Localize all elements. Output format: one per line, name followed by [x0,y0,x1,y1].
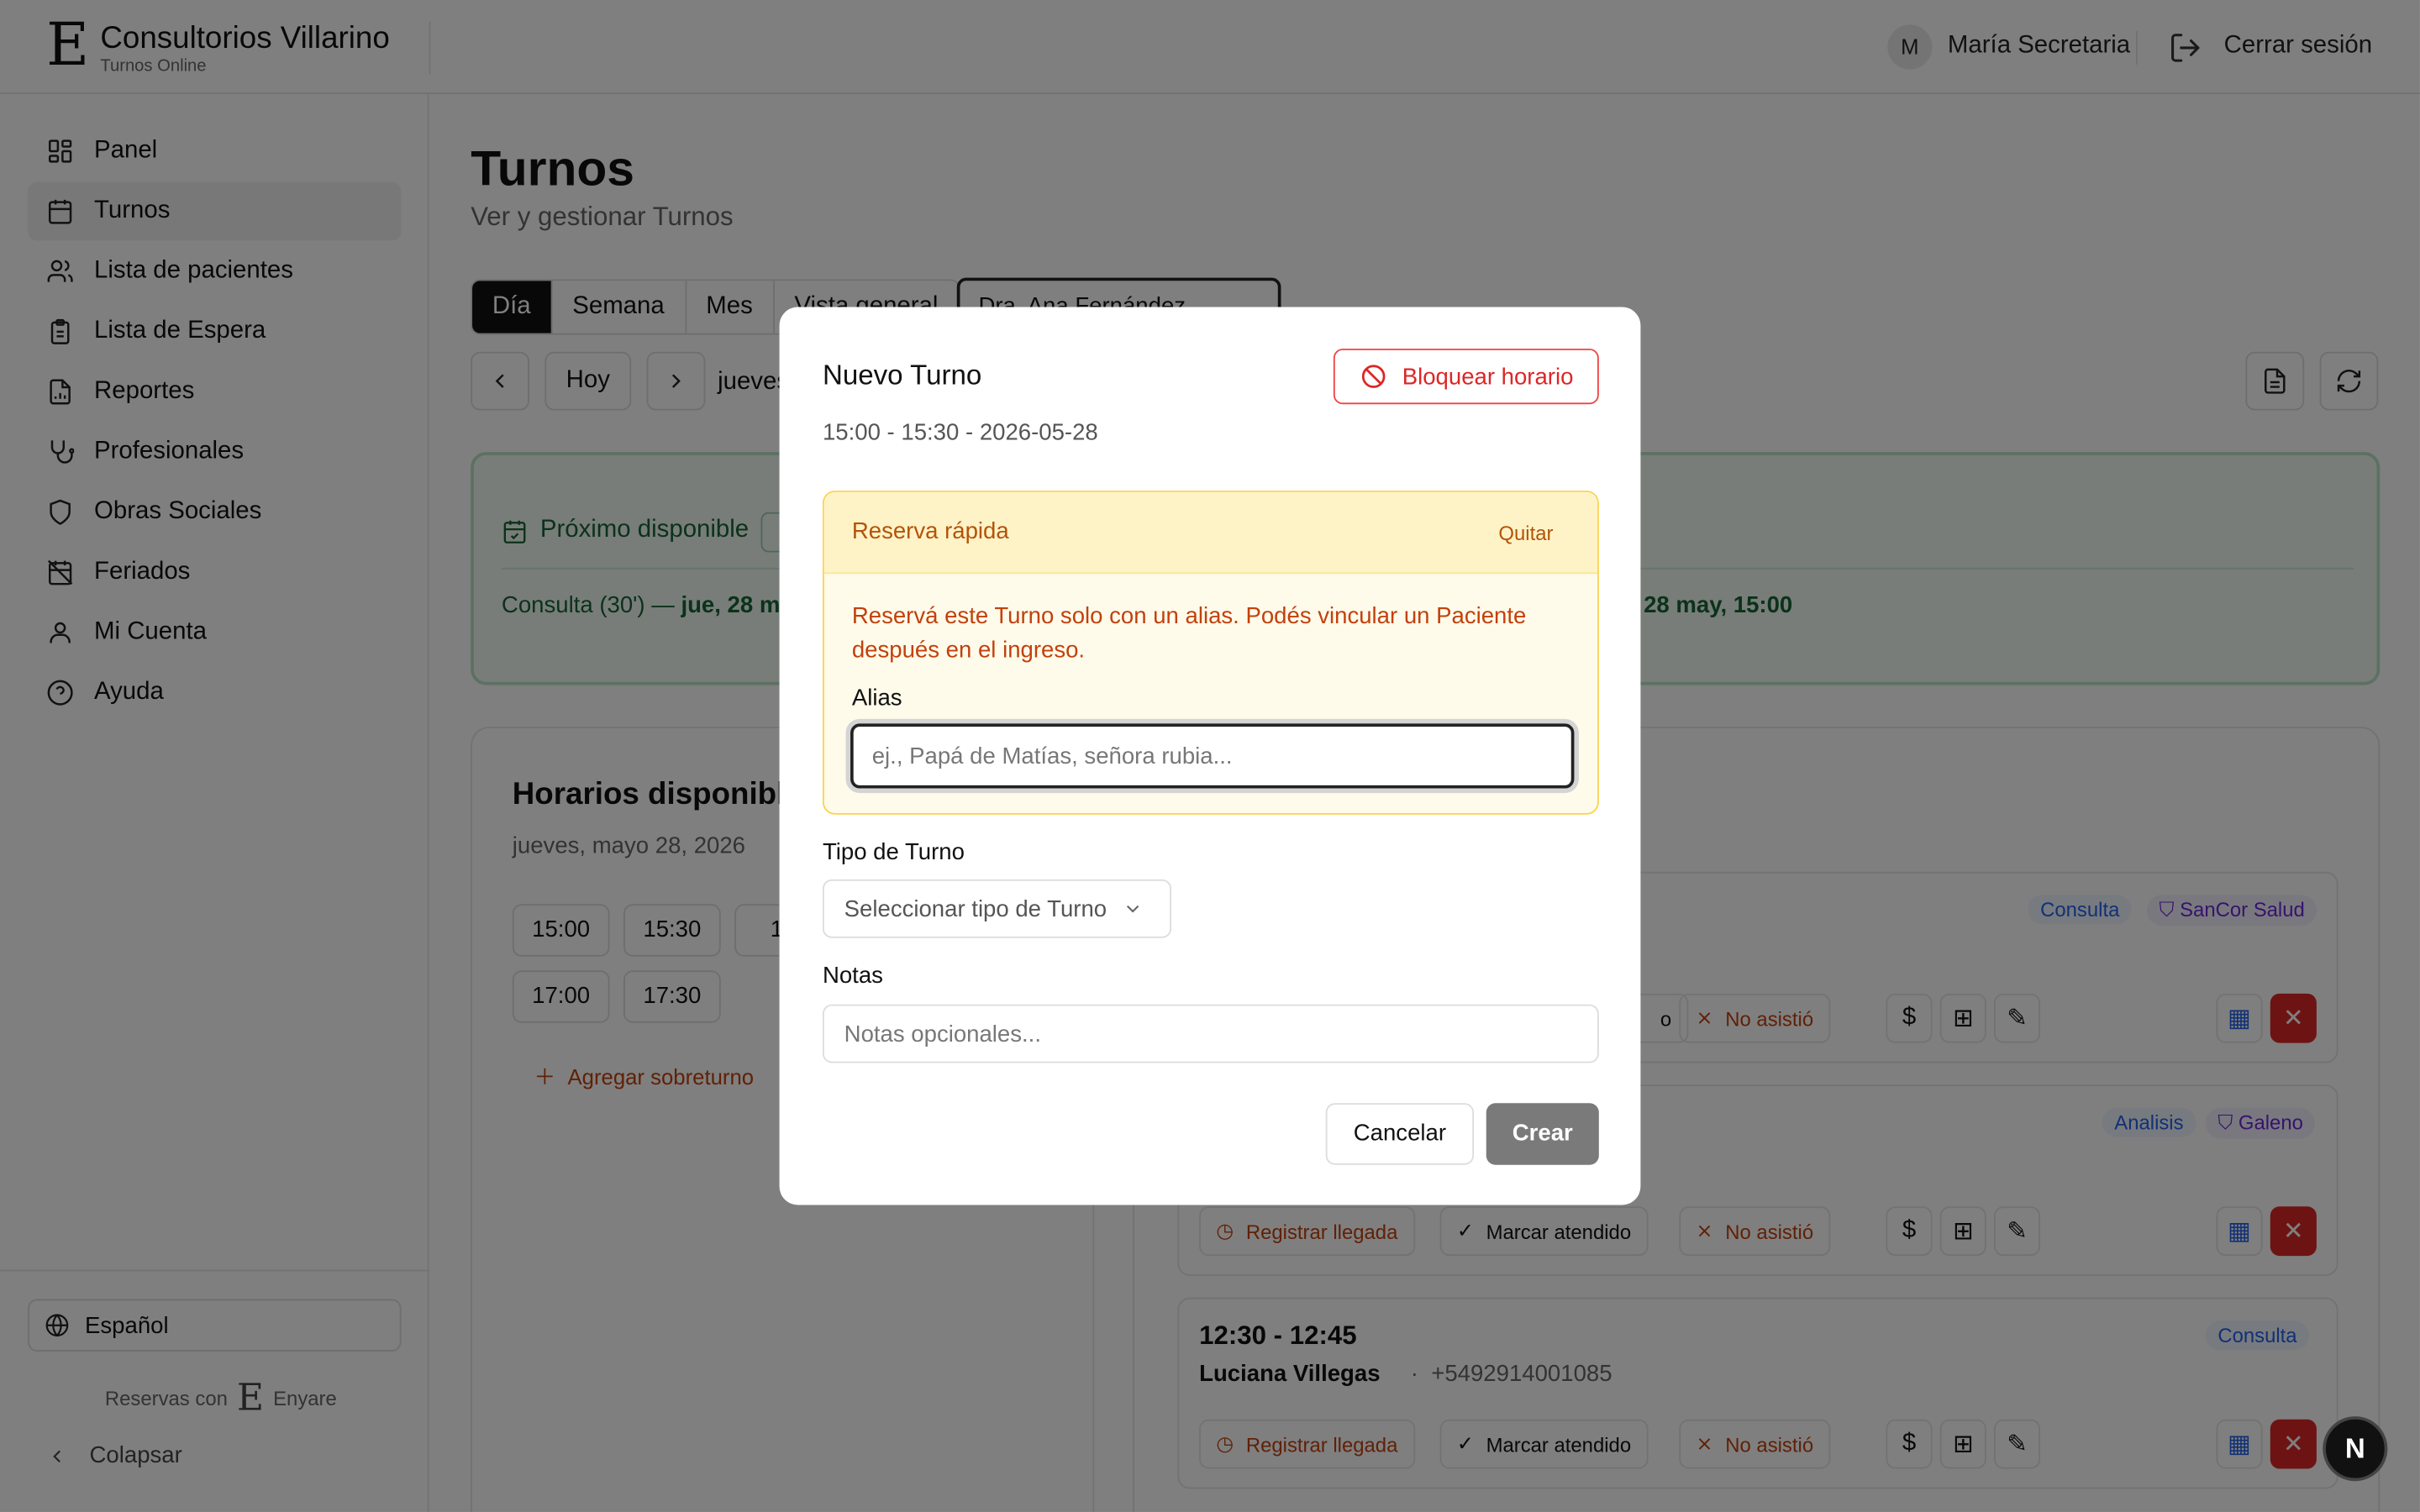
alias-input[interactable] [850,723,1575,789]
type-select-value: Seleccionar tipo de Turno [844,895,1107,922]
chevron-down-icon [1127,905,1139,913]
notes-label: Notas [822,963,883,990]
notes-input[interactable] [822,1004,1599,1063]
quick-booking-header: Reserva rápida Quitar [823,491,1597,575]
type-select[interactable]: Seleccionar tipo de Turno [822,879,1172,938]
quick-booking-title: Reserva rápida [851,518,1009,545]
create-button[interactable]: Crear [1486,1103,1599,1165]
block-slot-label: Bloquear horario [1402,363,1574,390]
alias-label: Alias [851,685,902,711]
cancel-button[interactable]: Cancelar [1325,1103,1475,1165]
dialog-subtitle: 15:00 - 15:30 - 2026-05-28 [822,419,1098,446]
app: E Consultorios Villarino Turnos Online M… [0,0,2420,1512]
quick-booking-description: Reservá este Turno solo con un alias. Po… [851,603,1527,664]
remove-quick-booking-button[interactable]: Quitar [1498,522,1553,545]
type-label: Tipo de Turno [822,839,965,866]
new-appointment-dialog: Nuevo Turno Bloquear horario 15:00 - 15:… [779,307,1641,1205]
floating-action-button[interactable]: N [2323,1416,2388,1482]
ban-icon [1361,365,1385,388]
block-slot-button[interactable]: Bloquear horario [1333,349,1599,405]
dialog-title: Nuevo Turno [822,359,982,391]
quick-booking-panel: Reserva rápida Quitar Reservá este Turno… [822,491,1599,815]
